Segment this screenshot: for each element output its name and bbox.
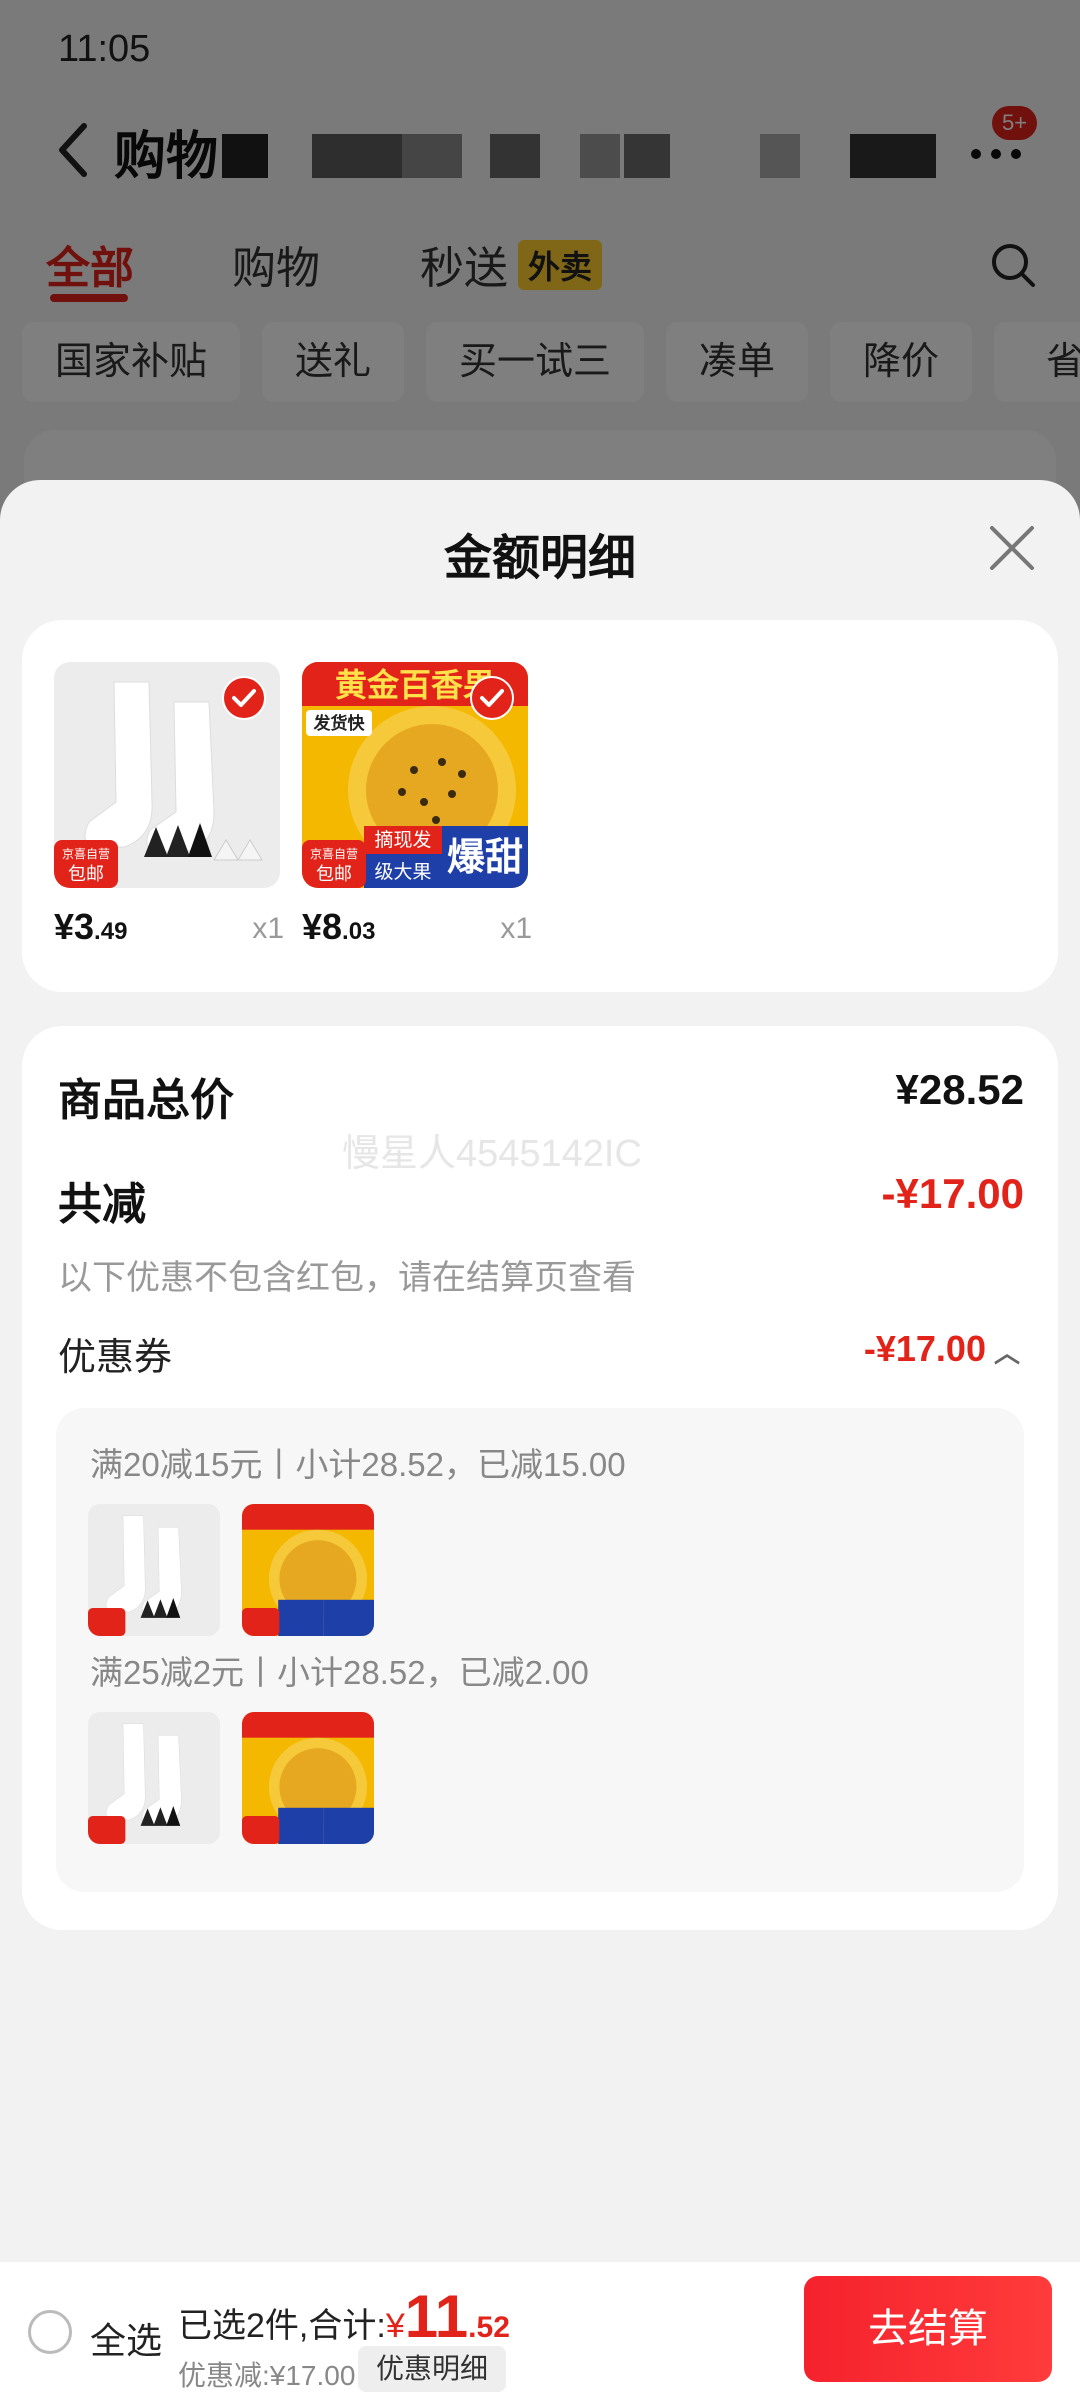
select-all-radio[interactable] bbox=[28, 2310, 72, 2354]
passion-fruit-image bbox=[242, 1712, 374, 1844]
fruit-label-2: 级大果 bbox=[374, 861, 431, 883]
products-card: 京喜自营 包邮 ¥3.49 x1 黄金百香果 发货快 摘现发 级大果 爆甜 京喜… bbox=[22, 620, 1058, 992]
product-passion-fruit[interactable]: 黄金百香果 发货快 摘现发 级大果 爆甜 京喜自营 包邮 ¥8.03 x1 bbox=[302, 662, 532, 947]
close-icon[interactable] bbox=[986, 522, 1038, 574]
coupon-rule: 满25减2元丨小计28.52，已减2.00 bbox=[90, 1654, 589, 1691]
mini-thumb-socks bbox=[88, 1712, 220, 1844]
fruit-label-3: 爆甜 bbox=[447, 835, 523, 879]
chevron-up-icon[interactable]: ︿ bbox=[994, 1333, 1020, 1370]
mini-thumb-socks bbox=[88, 1504, 220, 1636]
selected-check-icon[interactable] bbox=[470, 676, 514, 720]
watermark: 慢星人4545142IC bbox=[342, 1133, 642, 1175]
checkout-button[interactable]: 去结算 bbox=[804, 2276, 1052, 2382]
discount-summary: 优惠减:¥17.00 bbox=[178, 2360, 356, 2391]
product-socks[interactable]: 京喜自营 包邮 ¥3.49 x1 bbox=[54, 662, 284, 947]
mini-thumb-passion-fruit bbox=[242, 1712, 374, 1844]
select-all-label[interactable]: 全选 bbox=[90, 2312, 162, 2364]
amount-detail-sheet: 金额明细 京喜自营 包邮 ¥3.49 x1 黄金百香果 发货快 摘现发 级大果 … bbox=[0, 480, 1080, 2400]
mini-thumb-passion-fruit bbox=[242, 1504, 374, 1636]
product-quantity: x1 bbox=[500, 912, 532, 945]
product-quantity: x1 bbox=[252, 912, 284, 945]
total-price-value: ¥28.52 bbox=[895, 1066, 1024, 1113]
discount-detail-button[interactable]: 优惠明细 bbox=[358, 2346, 507, 2392]
passion-fruit-image bbox=[242, 1504, 374, 1636]
reduction-label: 共减 bbox=[58, 1180, 146, 1229]
sheet-title: 金额明细 bbox=[443, 532, 636, 585]
socks-image bbox=[88, 1504, 220, 1636]
fast-shipping-badge: 发货快 bbox=[313, 713, 366, 734]
coupon-value[interactable]: -¥17.00 ︿ bbox=[864, 1328, 1020, 1370]
coupon-breakdown: 满20减15元丨小计28.52，已减15.00 满25减2元丨小计28.52，已… bbox=[56, 1408, 1024, 1892]
selected-check-icon[interactable] bbox=[222, 676, 266, 720]
coupon-label[interactable]: 优惠券 bbox=[58, 1326, 172, 1381]
fruit-label-1: 摘现发 bbox=[374, 829, 431, 851]
product-thumbnail: 京喜自营 包邮 bbox=[54, 662, 280, 888]
reduction-note: 以下优惠不包含红包，请在结算页查看 bbox=[58, 1259, 636, 1297]
self-operated-tag: 京喜自营 bbox=[62, 847, 110, 861]
price-detail-card: 商品总价 ¥28.52 慢星人4545142IC 共减 -¥17.00 以下优惠… bbox=[22, 1026, 1058, 1930]
total-price-label: 商品总价 bbox=[58, 1076, 234, 1125]
product-price: ¥8.03 bbox=[302, 906, 376, 947]
order-summary: 已选2件,合计:¥11.52 bbox=[178, 2283, 510, 2350]
free-shipping-tag: 包邮 bbox=[68, 864, 104, 885]
free-shipping-tag: 包邮 bbox=[316, 864, 352, 885]
reduction-value: -¥17.00 bbox=[881, 1170, 1024, 1217]
product-price: ¥3.49 bbox=[54, 906, 128, 947]
product-thumbnail: 黄金百香果 发货快 摘现发 级大果 爆甜 京喜自营 包邮 bbox=[302, 662, 528, 888]
coupon-rule: 满20减15元丨小计28.52，已减15.00 bbox=[90, 1446, 626, 1483]
checkout-bar: 全选 已选2件,合计:¥11.52 优惠减:¥17.00 优惠明细 去结算 bbox=[0, 2262, 1080, 2400]
self-operated-tag: 京喜自营 bbox=[310, 847, 358, 861]
socks-image bbox=[88, 1712, 220, 1844]
